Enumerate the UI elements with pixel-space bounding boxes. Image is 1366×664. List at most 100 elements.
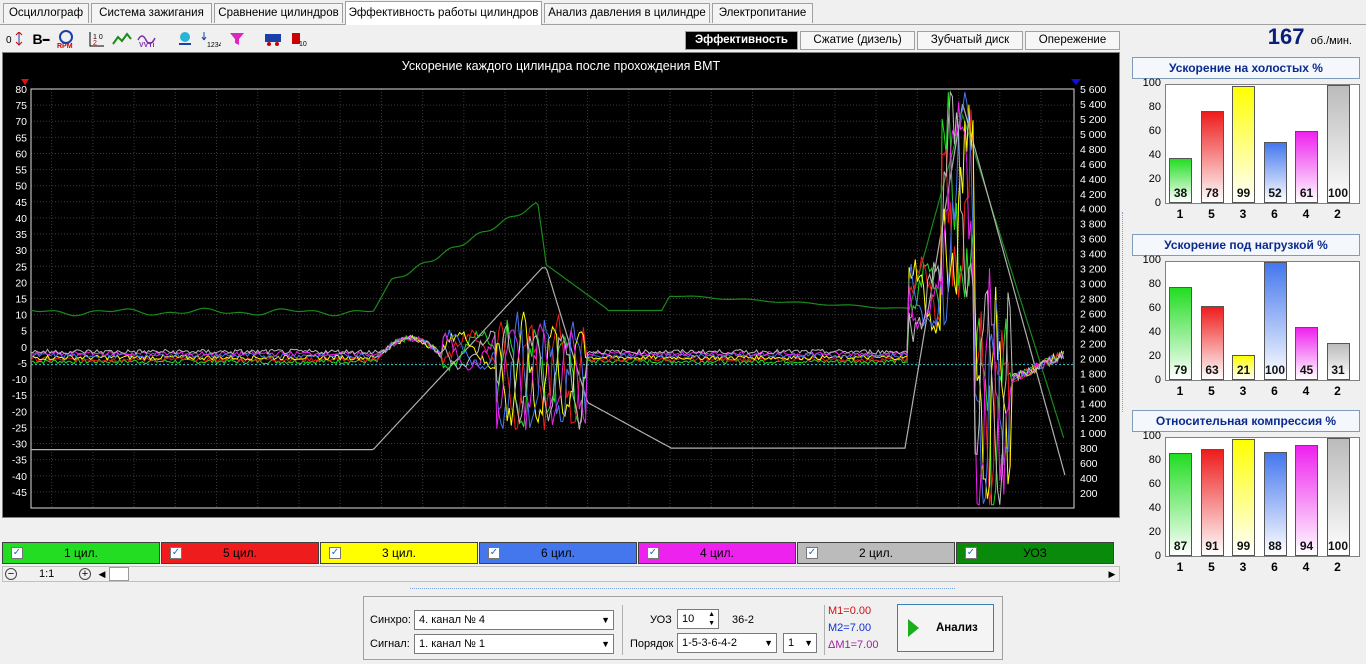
segment-advance[interactable]: Опережение bbox=[1025, 31, 1120, 50]
divider bbox=[824, 605, 825, 655]
channel-cyl4[interactable]: ✓ 4 цил. bbox=[638, 542, 796, 564]
bar-y-tick: 20 bbox=[1148, 350, 1161, 362]
cylinder-trace-5 bbox=[30, 102, 1065, 506]
channel-cyl2[interactable]: ✓ 2 цил. bbox=[797, 542, 955, 564]
horizontal-splitter[interactable] bbox=[410, 588, 955, 593]
bar-x-label: 4 bbox=[1302, 207, 1310, 221]
y-right-tick: 1 600 bbox=[1080, 383, 1106, 395]
y-right-tick: 4 400 bbox=[1080, 174, 1106, 186]
channel-cyl5[interactable]: ✓ 5 цил. bbox=[161, 542, 319, 564]
channel-cyl6[interactable]: ✓ 6 цил. bbox=[479, 542, 637, 564]
scroll-right-icon[interactable]: ▶ bbox=[1105, 567, 1119, 581]
y-left-tick: -30 bbox=[12, 439, 27, 451]
bar-cyl-3: 99 bbox=[1232, 439, 1255, 556]
car-icon[interactable] bbox=[262, 28, 284, 50]
sync-label: Синхро: bbox=[370, 614, 411, 626]
chart-scrollbar[interactable]: − 1:1 + ◀ ▶ bbox=[2, 566, 1120, 582]
y-right-tick: 3 000 bbox=[1080, 279, 1106, 291]
signal-select[interactable]: 1. канал № 1 ▼ bbox=[414, 634, 614, 654]
chevron-down-icon: ▼ bbox=[764, 638, 773, 648]
svg-text:10: 10 bbox=[299, 41, 307, 48]
checkbox-icon[interactable]: ✓ bbox=[11, 547, 23, 559]
stepper-arrows-icon[interactable]: ▲ ▼ bbox=[708, 610, 715, 628]
checkbox-icon[interactable]: ✓ bbox=[806, 547, 818, 559]
bar-value: 88 bbox=[1268, 539, 1282, 553]
bar-chart-title: Относительная компрессия % bbox=[1132, 410, 1360, 432]
bar-value: 38 bbox=[1173, 186, 1188, 200]
y-left-tick: -10 bbox=[12, 374, 27, 386]
tab-power[interactable]: Электропитание bbox=[712, 3, 813, 23]
divider bbox=[622, 605, 623, 655]
bar-value: 100 bbox=[1327, 186, 1349, 200]
checkbox-icon[interactable]: ✓ bbox=[170, 547, 182, 559]
marker-m1: M1=0.00 bbox=[828, 605, 872, 617]
tab-oscilloscope[interactable]: Осциллограф bbox=[3, 3, 89, 23]
y-left-tick: 10 bbox=[15, 310, 27, 322]
sort-icon[interactable] bbox=[226, 28, 248, 50]
segment-toothed-disk[interactable]: Зубчатый диск bbox=[917, 31, 1023, 50]
bar-x-label: 1 bbox=[1176, 384, 1184, 398]
bar-value: 99 bbox=[1236, 186, 1251, 200]
zoom-out-icon[interactable]: − bbox=[5, 568, 17, 580]
firing-order-select[interactable]: 1-5-3-6-4-2 ▼ bbox=[677, 633, 777, 653]
bar-value: 100 bbox=[1264, 363, 1286, 377]
marker-delta: ΔM1=7.00 bbox=[828, 639, 879, 651]
tab-pressure-analysis[interactable]: Анализ давления в цилиндре bbox=[544, 3, 710, 23]
y-right-tick: 3 600 bbox=[1080, 234, 1106, 246]
chart-title: Ускорение каждого цилиндра после прохожд… bbox=[402, 59, 721, 73]
bar-value: 21 bbox=[1236, 363, 1251, 377]
bar-cyl-4: 45 bbox=[1295, 326, 1318, 380]
y-right-tick: 5 200 bbox=[1080, 114, 1106, 126]
segment-efficiency[interactable]: Эффективность bbox=[685, 31, 798, 50]
tab-ignition[interactable]: Система зажигания bbox=[91, 3, 212, 23]
sync-select[interactable]: 4. канал № 4 ▼ bbox=[414, 610, 614, 630]
scroll-left-icon[interactable]: ◀ bbox=[95, 567, 109, 581]
y-left-tick: 30 bbox=[15, 245, 27, 257]
tab-cylinder-compare[interactable]: Сравнение цилиндров bbox=[214, 3, 343, 23]
uoz-stepper[interactable]: 10 ▲ ▼ bbox=[677, 609, 719, 629]
bar-x-label: 2 bbox=[1334, 560, 1341, 574]
checkbox-icon[interactable]: ✓ bbox=[647, 547, 659, 559]
zoom-in-icon[interactable]: + bbox=[79, 568, 91, 580]
bar-chart-title: Ускорение под нагрузкой % bbox=[1132, 234, 1360, 256]
waveform-icon[interactable] bbox=[111, 28, 133, 50]
y-right-tick: 3 200 bbox=[1080, 264, 1106, 276]
y-right-tick: 2 000 bbox=[1080, 353, 1106, 365]
channel-uoz[interactable]: ✓ УОЗ bbox=[956, 542, 1114, 564]
chart-canvas[interactable]: Ускорение каждого цилиндра после прохожд… bbox=[3, 53, 1119, 529]
counter-icon[interactable]: 1234 bbox=[200, 28, 222, 50]
y-right-tick: 5 400 bbox=[1080, 99, 1106, 111]
bar-cyl-6: 52 bbox=[1263, 141, 1287, 203]
segment-compression-diesel[interactable]: Сжатие (дизель) bbox=[800, 31, 915, 50]
bar-value: 87 bbox=[1173, 539, 1188, 553]
bold-icon[interactable]: B ▬ bbox=[30, 28, 52, 50]
analyze-button[interactable]: Анализ bbox=[897, 604, 994, 652]
channel-cyl3[interactable]: ✓ 3 цил. bbox=[320, 542, 478, 564]
checkbox-icon[interactable]: ✓ bbox=[329, 547, 341, 559]
bar-y-tick: 100 bbox=[1142, 430, 1161, 442]
channel-icon[interactable]: 10 bbox=[288, 28, 310, 50]
y-right-tick: 3 400 bbox=[1080, 249, 1106, 261]
checkbox-icon[interactable]: ✓ bbox=[488, 547, 500, 559]
rpm-icon[interactable]: RPM bbox=[55, 28, 77, 50]
vvti-icon[interactable]: VVTi bbox=[137, 28, 159, 50]
bar-x-label: 5 bbox=[1208, 560, 1215, 574]
checkbox-icon[interactable]: ✓ bbox=[965, 547, 977, 559]
marker-icon[interactable]: 0 bbox=[4, 28, 26, 50]
rpm-readout: 167 об./мин. bbox=[1268, 24, 1352, 50]
filter-icon[interactable] bbox=[174, 28, 196, 50]
signal-value: 1. канал № 1 bbox=[419, 638, 486, 650]
channel-cyl1[interactable]: ✓ 1 цил. bbox=[2, 542, 160, 564]
y-left-tick: 55 bbox=[15, 165, 27, 177]
order-index-select[interactable]: 1 ▼ bbox=[783, 633, 817, 653]
y-right-tick: 5 000 bbox=[1080, 129, 1106, 141]
scroll-thumb[interactable] bbox=[109, 567, 129, 581]
scale-icon[interactable]: 1 02 bbox=[86, 28, 108, 50]
bar-cyl-1: 87 bbox=[1169, 453, 1192, 556]
svg-text:RPM: RPM bbox=[57, 43, 73, 49]
rpm-value: 167 bbox=[1267, 24, 1305, 49]
y-right-tick: 1 800 bbox=[1080, 368, 1106, 380]
vertical-splitter[interactable] bbox=[1122, 212, 1127, 412]
tab-cylinder-efficiency[interactable]: Эффективность работы цилиндров bbox=[345, 1, 542, 25]
acceleration-chart[interactable]: Ускорение каждого цилиндра после прохожд… bbox=[2, 52, 1120, 529]
